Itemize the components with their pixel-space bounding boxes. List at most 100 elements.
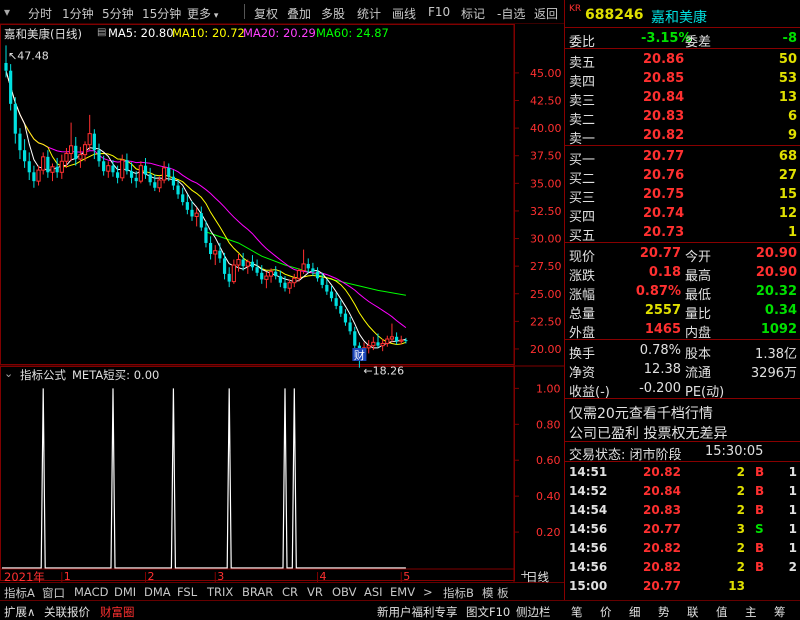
bid-row: 买三 20.75 15	[565, 185, 800, 206]
sub-y-tick-label: 0.40	[536, 490, 561, 503]
nav-detail[interactable]: 细	[629, 604, 641, 620]
candle-body	[353, 331, 357, 346]
tab-indicator-a[interactable]: 指标A	[4, 585, 35, 601]
fin-value: -0.200	[639, 381, 681, 396]
candle-body	[162, 167, 167, 181]
toolbar-tab-intraday[interactable]: 分时	[28, 5, 52, 22]
new-user-promo[interactable]: 新用户福利专享	[377, 604, 458, 620]
tab-template[interactable]: 模 板	[482, 585, 509, 601]
kline-chart[interactable]: ↖47.48←18.26财 1.00 0.80 0.60 0.40 0.20 45.00…	[0, 24, 564, 592]
toolbar-mark[interactable]: 标记	[461, 5, 485, 22]
wealth-circle-button[interactable]: 财富圈	[100, 604, 135, 620]
trade-price: 20.77	[643, 579, 681, 593]
tab-fsl[interactable]: FSL	[177, 585, 197, 599]
candle-body	[13, 103, 17, 134]
toolbar-adjust[interactable]: 复权	[254, 5, 278, 22]
period-label[interactable]: 日线	[526, 569, 549, 585]
trade-volume: 2	[736, 484, 745, 498]
tab-macd[interactable]: MACD	[74, 585, 108, 599]
candle-body	[167, 167, 171, 177]
candle-body	[339, 305, 343, 314]
candle-body	[241, 259, 245, 267]
related-quotes-button[interactable]: 关联报价	[44, 604, 90, 620]
candle-body	[181, 194, 185, 203]
toolbar-remove-watchlist[interactable]: -自选	[497, 5, 525, 22]
fin-row: 净资 12.38 流通 3296万	[565, 360, 800, 381]
tab-trix[interactable]: TRIX	[207, 585, 233, 599]
sidebar-button[interactable]: 侧边栏	[516, 604, 551, 620]
tab-vr[interactable]: VR	[307, 585, 323, 599]
sub-y-tick-label: 1.00	[536, 382, 561, 395]
candle-body	[111, 165, 115, 173]
ask-row: 卖三 20.84 13	[565, 88, 800, 109]
indicator-menu-icon[interactable]: ⌄	[4, 367, 13, 380]
tab-brar[interactable]: BRAR	[242, 585, 273, 599]
chart-grid	[0, 24, 564, 582]
divider	[565, 145, 800, 146]
candle-body	[395, 336, 399, 342]
tab-indicator-b[interactable]: 指标B	[443, 585, 474, 601]
candle-body	[209, 242, 213, 254]
toolbar-more-label: 更多	[187, 7, 212, 21]
candle-body	[82, 144, 88, 156]
tab-dma[interactable]: DMA	[144, 585, 171, 599]
stock-badge: KR	[569, 4, 582, 14]
candle-body	[404, 340, 408, 342]
indicator-name[interactable]: 指标公式	[20, 367, 66, 383]
divider	[565, 398, 800, 399]
trade-volume: 2	[736, 541, 745, 555]
menu-arrow-icon[interactable]: ▾	[4, 5, 10, 19]
toolbar-tab-15min[interactable]: 15分钟	[142, 5, 181, 22]
chart-settings-icon[interactable]: ▤	[97, 27, 106, 38]
stock-name: 嘉和美康	[651, 10, 707, 26]
toolbar-tab-more[interactable]: 更多 ▾	[187, 5, 218, 22]
nav-trend[interactable]: 势	[658, 604, 670, 620]
toolbar-stats[interactable]: 统计	[357, 5, 381, 22]
candle-body	[292, 277, 297, 284]
candle-body	[157, 179, 162, 189]
tab-asi[interactable]: ASI	[364, 585, 383, 599]
promo-level2[interactable]: 仅需20元查看千档行情	[565, 401, 800, 422]
trade-volume: 3	[736, 522, 745, 536]
nav-price[interactable]: 价	[600, 604, 612, 620]
trade-tick-row: 14:52 20.84 2 B 1	[565, 482, 800, 500]
toolbar-multi-stock[interactable]: 多股	[321, 5, 345, 22]
toolbar-tab-5min[interactable]: 5分钟	[102, 5, 134, 22]
candle-body	[171, 176, 175, 186]
ma5-label: MA5: 20.80	[108, 26, 174, 40]
candle-body	[116, 172, 120, 178]
tab-window[interactable]: 窗口	[42, 585, 65, 601]
nav-chips[interactable]: 筹	[774, 604, 786, 620]
tab-emv[interactable]: EMV	[390, 585, 415, 599]
ask-row: 卖一 20.82 9	[565, 126, 800, 147]
trade-tick-row: 14:56 20.82 2 B 1	[565, 539, 800, 557]
trade-tick-row: 15:00 20.77 13	[565, 577, 800, 595]
f10-text-button[interactable]: 图文F10	[466, 604, 510, 620]
toolbar-draw[interactable]: 画线	[392, 5, 416, 22]
main-frame	[0, 24, 515, 365]
x-axis-year-label: 2021年	[4, 570, 45, 584]
toolbar-back[interactable]: 返回	[534, 5, 558, 22]
toolbar-tab-1min[interactable]: 1分钟	[62, 5, 94, 22]
candle-body	[255, 267, 259, 273]
toolbar-overlay[interactable]: 叠加	[287, 5, 311, 22]
nav-tick[interactable]: 笔	[571, 604, 583, 620]
quote-panel: KR 688246 嘉和美康 委比 -3.15% 委差 -8 卖五 20.86 50…	[564, 0, 800, 600]
trade-time: 14:54	[569, 503, 608, 517]
candle-body	[376, 342, 380, 346]
candle-body	[366, 345, 371, 349]
high-price-label: ↖47.48	[8, 50, 49, 63]
toolbar-f10[interactable]: F10	[428, 5, 450, 19]
tab-cr[interactable]: CR	[282, 585, 298, 599]
trade-volume: 2	[736, 503, 745, 517]
candle-body	[385, 338, 390, 344]
nav-main[interactable]: 主	[745, 604, 757, 620]
trade-time: 14:56	[569, 522, 608, 536]
nav-value[interactable]: 值	[716, 604, 728, 620]
tab-obv[interactable]: OBV	[332, 585, 356, 599]
nav-link[interactable]: 联	[687, 604, 699, 620]
tabs-scroll-right[interactable]: >	[423, 585, 433, 599]
candle-body	[278, 276, 282, 283]
expand-button[interactable]: 扩展∧	[4, 604, 35, 620]
tab-dmi[interactable]: DMI	[114, 585, 136, 599]
